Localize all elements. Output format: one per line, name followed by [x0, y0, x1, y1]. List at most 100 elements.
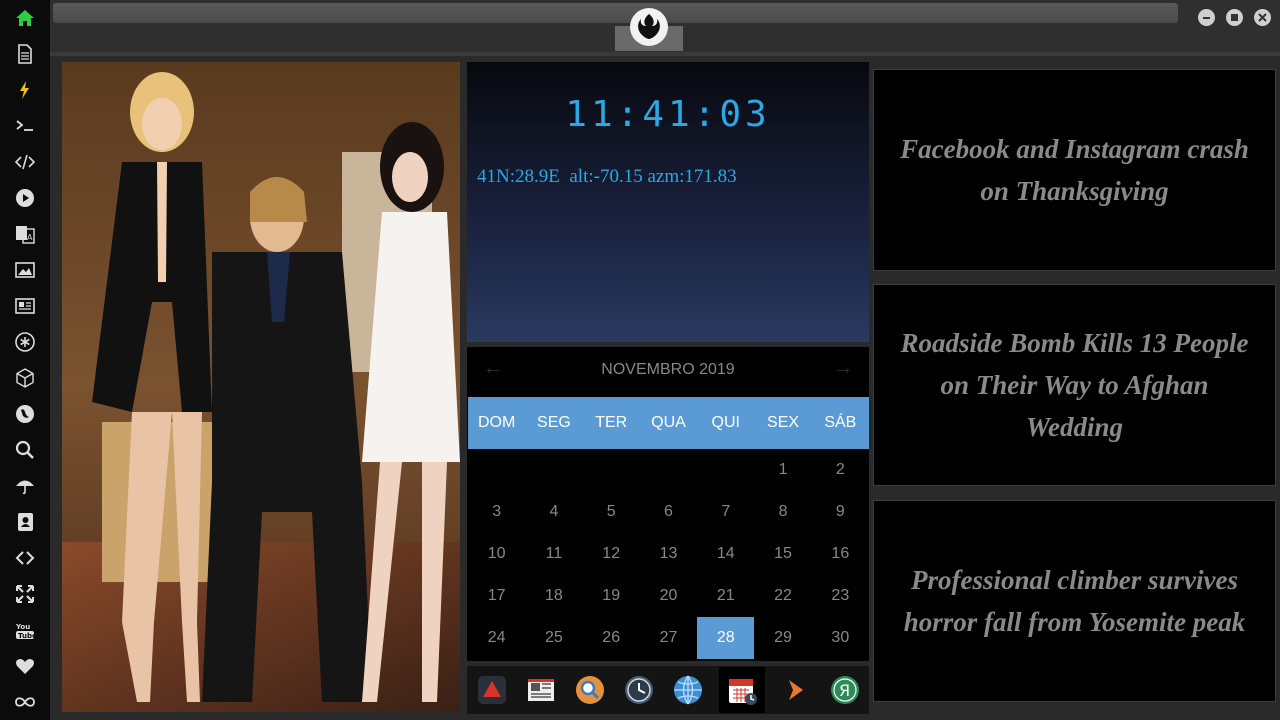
- calendar-day[interactable]: 5: [583, 491, 640, 533]
- news-app-icon[interactable]: [523, 672, 559, 708]
- calendar-day: [697, 449, 754, 491]
- calendar-day-today[interactable]: 28: [697, 617, 755, 659]
- weekday-header: SEX: [767, 414, 800, 431]
- news-headline[interactable]: Professional climber survives horror fal…: [874, 559, 1275, 643]
- terminal-icon[interactable]: [13, 114, 37, 138]
- calendar-day[interactable]: 11: [525, 533, 582, 575]
- document-icon[interactable]: [13, 42, 37, 66]
- image-icon[interactable]: [13, 258, 37, 282]
- calendar-month-label: NOVEMBRO 2019: [601, 361, 735, 378]
- weekday-header: SEG: [537, 414, 571, 431]
- calendar-day[interactable]: 29: [754, 617, 811, 659]
- wallpaper-photo: [62, 62, 460, 712]
- weekday-header: DOM: [477, 414, 516, 431]
- news-card[interactable]: Professional climber survives horror fal…: [873, 500, 1276, 702]
- calendar-day[interactable]: 17: [468, 575, 525, 617]
- news-icon[interactable]: [13, 294, 37, 318]
- calendar-day[interactable]: 27: [640, 617, 697, 659]
- weekday-header: TER: [595, 414, 628, 431]
- digital-clock: 11:41:03: [565, 94, 771, 135]
- news-headline[interactable]: Roadside Bomb Kills 13 People on Their W…: [874, 322, 1275, 448]
- next-month-icon[interactable]: →: [833, 357, 853, 380]
- calendar-day[interactable]: 23: [812, 575, 869, 617]
- cube-icon[interactable]: [13, 366, 37, 390]
- news-card[interactable]: Roadside Bomb Kills 13 People on Their W…: [873, 284, 1276, 486]
- calendar-day: [640, 449, 697, 491]
- calendar-week: 12: [468, 449, 869, 491]
- news-card[interactable]: Facebook and Instagram crash on Thanksgi…: [873, 69, 1276, 271]
- top-divider: [50, 52, 1280, 56]
- settings-asterisk-icon[interactable]: [13, 330, 37, 354]
- rebel-alliance-logo-icon[interactable]: [630, 8, 668, 46]
- calendar-day[interactable]: 12: [583, 533, 640, 575]
- globe-icon[interactable]: [13, 402, 37, 426]
- calendar-day[interactable]: 16: [812, 533, 869, 575]
- arrow-app-icon[interactable]: [778, 672, 814, 708]
- news-headline[interactable]: Facebook and Instagram crash on Thanksgi…: [874, 128, 1275, 212]
- calendar-day[interactable]: 25: [525, 617, 582, 659]
- umbrella-icon[interactable]: [13, 474, 37, 498]
- infinity-icon[interactable]: [13, 690, 37, 714]
- calendar-weekdays: DOM SEG TER QUA QUI SEX SÁB: [468, 397, 869, 449]
- link-icon[interactable]: [13, 546, 37, 570]
- calendar-day[interactable]: 20: [640, 575, 697, 617]
- calendar-day: [468, 449, 525, 491]
- calendar-day[interactable]: 21: [697, 575, 754, 617]
- calendar-day: [583, 449, 640, 491]
- svg-text:Tube: Tube: [18, 632, 35, 640]
- calendar-day: [525, 449, 582, 491]
- svg-text:You: You: [15, 623, 30, 631]
- calendar-day[interactable]: 15: [754, 533, 811, 575]
- weekday-header: QUA: [651, 414, 686, 431]
- weekday-header: QUI: [711, 414, 740, 431]
- calendar-grid: 1 2 3 4 5 6 7 8 9 10 11 12 13 14 15 16 17 18 19 20 21 22 23 24 2…: [468, 449, 869, 659]
- contacts-icon[interactable]: [13, 510, 37, 534]
- calendar-day[interactable]: 19: [583, 575, 640, 617]
- calendar-day[interactable]: 26: [583, 617, 640, 659]
- calendar-day[interactable]: 22: [754, 575, 811, 617]
- svg-text:Я: Я: [839, 681, 850, 700]
- address-bar[interactable]: [53, 3, 1178, 23]
- heart-icon[interactable]: [13, 654, 37, 678]
- play-icon[interactable]: [13, 186, 37, 210]
- lightning-icon[interactable]: [13, 78, 37, 102]
- calendar-week: 3456789: [468, 491, 869, 533]
- calendar-day[interactable]: 10: [468, 533, 525, 575]
- calendar-app-icon[interactable]: [718, 667, 765, 713]
- calendar-day[interactable]: 2: [812, 449, 869, 491]
- close-icon[interactable]: [1254, 9, 1271, 26]
- home-icon[interactable]: [13, 6, 37, 30]
- calendar-week: 10 11 12 13 14 15 16: [468, 533, 869, 575]
- minimize-icon[interactable]: [1198, 9, 1215, 26]
- sidebar: A You Tube: [0, 0, 50, 720]
- calendar-day[interactable]: 6: [640, 491, 697, 533]
- globe-app-icon[interactable]: [670, 672, 706, 708]
- weekday-header: SÁB: [824, 414, 857, 431]
- code-icon[interactable]: [13, 150, 37, 174]
- calendar-day[interactable]: 7: [697, 491, 754, 533]
- maximize-icon[interactable]: [1226, 9, 1243, 26]
- calendar-day[interactable]: 13: [640, 533, 697, 575]
- search-app-icon[interactable]: [572, 672, 608, 708]
- clock-widget: 11:41:03 41N:28.9E alt:-70.15 azm:171.83: [467, 62, 869, 342]
- calendar-day[interactable]: 30: [812, 617, 869, 659]
- calendar-day[interactable]: 4: [525, 491, 582, 533]
- top-bar: [50, 0, 1280, 52]
- search-icon[interactable]: [13, 438, 37, 462]
- clock-app-icon[interactable]: [621, 672, 657, 708]
- calendar-day[interactable]: 14: [697, 533, 754, 575]
- calendar-widget: ← NOVEMBRO 2019 → DOM SEG TER QUA QUI SEX SÁB …: [467, 347, 869, 661]
- svg-text:A: A: [27, 233, 33, 242]
- yandex-app-icon[interactable]: Я: [827, 672, 863, 708]
- calendar-week: 24 25 26 27 28 29 30: [468, 617, 869, 659]
- calendar-day[interactable]: 18: [525, 575, 582, 617]
- translate-icon[interactable]: A: [13, 222, 37, 246]
- calendar-day[interactable]: 9: [812, 491, 869, 533]
- youtube-icon[interactable]: You Tube: [13, 618, 37, 642]
- calendar-day[interactable]: 1: [754, 449, 811, 491]
- calendar-day[interactable]: 8: [754, 491, 811, 533]
- expand-icon[interactable]: [13, 582, 37, 606]
- calendar-day[interactable]: 3: [468, 491, 525, 533]
- calendar-day[interactable]: 24: [468, 617, 525, 659]
- app-launcher-icon[interactable]: [474, 672, 510, 708]
